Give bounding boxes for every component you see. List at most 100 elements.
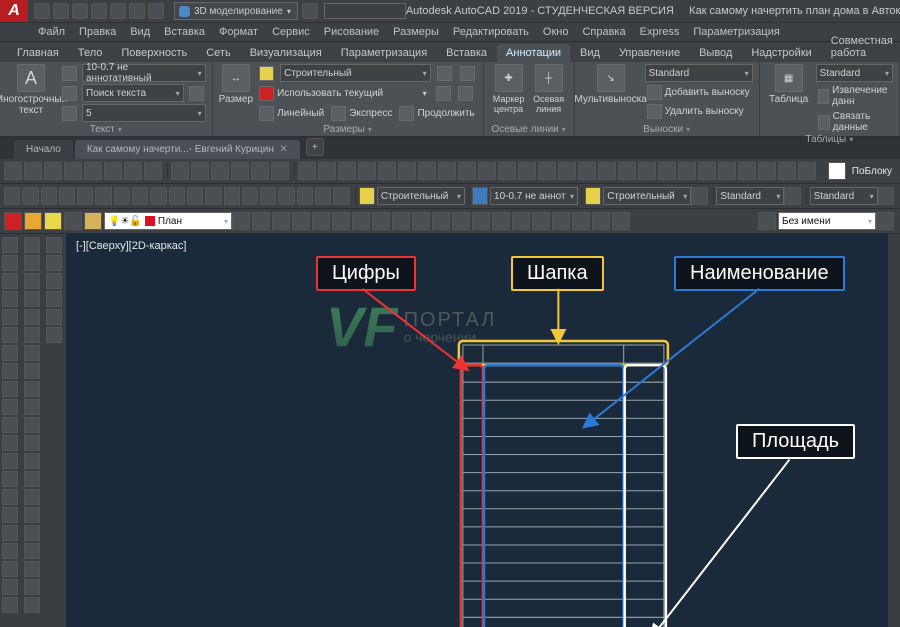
qat-extra-icon[interactable]	[302, 3, 318, 19]
tb39-icon[interactable]	[778, 162, 796, 180]
lp2-icon[interactable]	[2, 255, 18, 271]
d2-icon[interactable]	[22, 187, 38, 205]
lp17-icon[interactable]	[2, 525, 18, 541]
tb33-icon[interactable]	[658, 162, 676, 180]
textheight-icon[interactable]	[60, 105, 79, 122]
dimtool1-icon[interactable]	[435, 65, 454, 82]
d10-icon[interactable]	[169, 187, 185, 205]
dimstyle-b-icon[interactable]	[585, 187, 601, 205]
d20-icon[interactable]	[691, 187, 707, 205]
tb27-icon[interactable]	[538, 162, 556, 180]
tb3-icon[interactable]	[44, 162, 62, 180]
menu-edit[interactable]: Правка	[73, 26, 122, 38]
dimension-button[interactable]: ↔ Размер	[219, 64, 253, 105]
l4-icon[interactable]	[292, 212, 310, 230]
tb18-icon[interactable]	[358, 162, 376, 180]
tb8-icon[interactable]	[144, 162, 162, 180]
tab-вид[interactable]: Вид	[571, 44, 609, 62]
l10-icon[interactable]	[412, 212, 430, 230]
tb17-icon[interactable]	[338, 162, 356, 180]
tb37-icon[interactable]	[738, 162, 756, 180]
lp6-icon[interactable]	[2, 327, 18, 343]
close-tab-icon[interactable]: ✕	[279, 144, 287, 155]
lr4-icon[interactable]	[46, 291, 62, 307]
dimstyle-a-icon[interactable]	[359, 187, 375, 205]
app-menu-button[interactable]: A	[0, 0, 28, 22]
tb6-icon[interactable]	[104, 162, 122, 180]
d14-icon[interactable]	[242, 187, 258, 205]
textsearch-input[interactable]: Поиск текста	[82, 84, 184, 102]
tb36-icon[interactable]	[718, 162, 736, 180]
d18-icon[interactable]	[315, 187, 331, 205]
abc-check-icon[interactable]	[60, 65, 79, 82]
l8-icon[interactable]	[372, 212, 390, 230]
lp3-icon[interactable]	[2, 273, 18, 289]
panel-text-title[interactable]: Текст	[0, 122, 212, 136]
find-go-icon[interactable]	[187, 85, 206, 102]
tab-вставка[interactable]: Вставка	[437, 44, 496, 62]
scrollbar-vertical[interactable]	[888, 234, 900, 627]
d5-icon[interactable]	[77, 187, 93, 205]
d13-icon[interactable]	[224, 187, 240, 205]
tab-поверхность[interactable]: Поверхность	[112, 44, 196, 62]
lq13-icon[interactable]	[24, 453, 40, 469]
layerstate-mgr-icon[interactable]	[876, 212, 894, 230]
centermark-button[interactable]: ✚ Маркер центра	[490, 64, 528, 114]
lp1-icon[interactable]	[2, 237, 18, 253]
menu-param[interactable]: Параметризация	[687, 26, 785, 38]
new-doc-button[interactable]: +	[306, 138, 324, 156]
qat-saveas-icon[interactable]	[91, 3, 107, 19]
dimstyle-combo[interactable]: Строительный	[280, 64, 431, 82]
d3-icon[interactable]	[41, 187, 57, 205]
lq5-icon[interactable]	[24, 309, 40, 325]
l1-icon[interactable]	[232, 212, 250, 230]
tab-совместная[interactable]: Совместная работа	[822, 32, 900, 62]
menu-file[interactable]: Файл	[32, 26, 71, 38]
lp16-icon[interactable]	[2, 507, 18, 523]
tb7-icon[interactable]	[124, 162, 142, 180]
addleader-button[interactable]: Добавить выноску	[645, 84, 753, 101]
table-button[interactable]: ▦ Таблица	[766, 64, 812, 105]
mleaderstyle-combo[interactable]: Standard	[645, 64, 753, 82]
lp12-icon[interactable]	[2, 435, 18, 451]
lq7-icon[interactable]	[24, 345, 40, 361]
lp9-icon[interactable]	[2, 381, 18, 397]
panel-tables-title[interactable]: Таблицы	[760, 134, 899, 145]
lr2-icon[interactable]	[46, 255, 62, 271]
lq11-icon[interactable]	[24, 417, 40, 433]
d21-icon[interactable]	[784, 187, 800, 205]
layerstate-combo[interactable]: Без имени	[778, 212, 876, 230]
tb24-icon[interactable]	[478, 162, 496, 180]
tb9-icon[interactable]	[171, 162, 189, 180]
l17-icon[interactable]	[552, 212, 570, 230]
panel-leaders-title[interactable]: Выноски	[575, 122, 759, 136]
d7-icon[interactable]	[114, 187, 130, 205]
qat-undo-icon[interactable]	[129, 3, 145, 19]
qat-new-icon[interactable]	[34, 3, 50, 19]
tb2-icon[interactable]	[24, 162, 42, 180]
lq14-icon[interactable]	[24, 471, 40, 487]
tb40-icon[interactable]	[798, 162, 816, 180]
lq3-icon[interactable]	[24, 273, 40, 289]
title-search-input[interactable]	[324, 3, 406, 19]
menu-tools[interactable]: Сервис	[266, 26, 316, 38]
mtext-button[interactable]: A Многострочный текст	[6, 64, 56, 116]
tb22-icon[interactable]	[438, 162, 456, 180]
dimstyle-icon[interactable]	[257, 65, 276, 82]
tab-параметризация[interactable]: Параметризация	[332, 44, 436, 62]
l14-icon[interactable]	[492, 212, 510, 230]
lp8-icon[interactable]	[2, 363, 18, 379]
tb1-icon[interactable]	[4, 162, 22, 180]
tab-визуализация[interactable]: Визуализация	[241, 44, 331, 62]
lq15-icon[interactable]	[24, 489, 40, 505]
dimx2-icon[interactable]	[456, 85, 475, 102]
menu-view[interactable]: Вид	[124, 26, 156, 38]
workspace-switcher[interactable]: 3D моделирование ▾	[174, 2, 298, 20]
lp4-icon[interactable]	[2, 291, 18, 307]
lq4-icon[interactable]	[24, 291, 40, 307]
tb5-icon[interactable]	[84, 162, 102, 180]
lp5-icon[interactable]	[2, 309, 18, 325]
menu-insert[interactable]: Вставка	[158, 26, 211, 38]
lq8-icon[interactable]	[24, 363, 40, 379]
tb28-icon[interactable]	[558, 162, 576, 180]
